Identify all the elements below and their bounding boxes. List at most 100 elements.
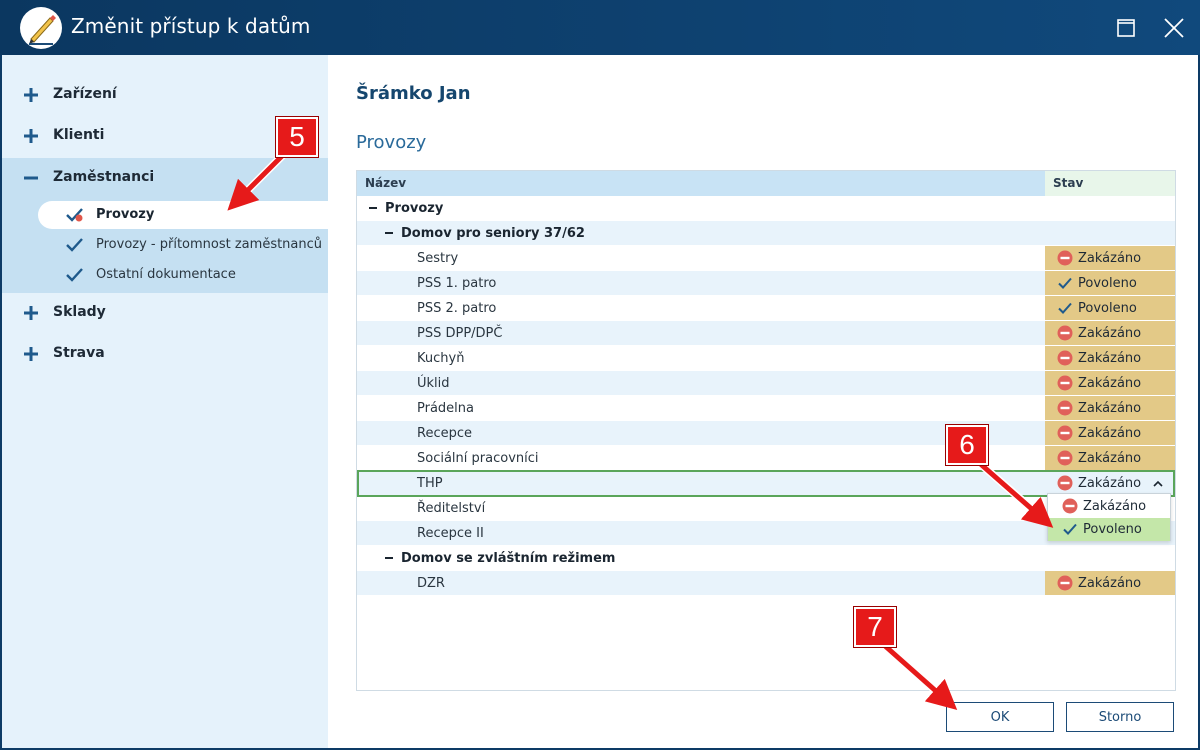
title-bar: Změnit přístup k datům bbox=[0, 0, 1200, 55]
sidebar-item-strava[interactable]: Strava bbox=[2, 334, 328, 375]
table-row[interactable]: Úklid Zakázáno bbox=[357, 371, 1175, 396]
state-cell[interactable]: Zakázáno bbox=[1045, 446, 1175, 471]
forbidden-icon bbox=[1057, 400, 1073, 416]
sidebar-subitem-provozy-pritomnost[interactable]: Provozy - přítomnost zaměstnanců bbox=[38, 231, 328, 259]
state-label: Zakázáno bbox=[1078, 426, 1142, 441]
state-cell[interactable]: Zakázáno bbox=[1045, 396, 1175, 421]
table-header: Název Stav bbox=[357, 171, 1175, 196]
table-group-row[interactable]: Domov pro seniory 37/62 bbox=[357, 221, 1175, 246]
name-cell: Domov se zvláštním režimem bbox=[357, 546, 1045, 571]
check-icon bbox=[66, 268, 83, 282]
sidebar-item-sklady[interactable]: Sklady bbox=[2, 293, 328, 334]
sidebar-item-label: Zařízení bbox=[53, 86, 117, 102]
sidebar-subitem-ostatni-dokumentace[interactable]: Ostatní dokumentace bbox=[38, 261, 328, 289]
row-label: Recepce II bbox=[417, 526, 484, 541]
sidebar-item-label: Sklady bbox=[53, 304, 106, 320]
ok-button[interactable]: OK bbox=[946, 702, 1054, 732]
chevron-up-icon[interactable] bbox=[1153, 480, 1163, 488]
state-label: Zakázáno bbox=[1078, 251, 1142, 266]
dropdown-option-povoleno[interactable]: Povoleno bbox=[1048, 518, 1170, 541]
row-label: PSS DPP/DPČ bbox=[417, 326, 503, 341]
table-row[interactable]: Sestry Zakázáno bbox=[357, 246, 1175, 271]
table-row[interactable]: Kuchyň Zakázáno bbox=[357, 346, 1175, 371]
sidebar-item-label: Klienti bbox=[53, 127, 105, 143]
name-cell: Sestry bbox=[357, 246, 1045, 271]
state-cell[interactable]: Zakázáno bbox=[1045, 321, 1175, 346]
state-cell[interactable]: Povoleno bbox=[1045, 271, 1175, 296]
table-row[interactable]: PSS 1. patro Povoleno bbox=[357, 271, 1175, 296]
column-header-name[interactable]: Název bbox=[357, 171, 1045, 196]
main-panel: Šrámko Jan Provozy Název Stav Provozy Dom… bbox=[328, 55, 1198, 748]
state-label: Povoleno bbox=[1078, 301, 1137, 316]
forbidden-icon bbox=[1057, 350, 1073, 366]
collapse-icon[interactable] bbox=[385, 232, 393, 234]
sidebar-subitem-provozy[interactable]: Provozy bbox=[38, 201, 328, 229]
state-label: Zakázáno bbox=[1078, 326, 1142, 341]
sidebar-subitem-label: Ostatní dokumentace bbox=[96, 267, 236, 282]
sidebar-item-zarizeni[interactable]: Zařízení bbox=[2, 75, 328, 116]
name-cell: PSS 2. patro bbox=[357, 296, 1045, 321]
name-cell: Recepce bbox=[357, 421, 1045, 446]
state-cell bbox=[1045, 221, 1175, 246]
section-title: Provozy bbox=[356, 132, 427, 153]
state-cell[interactable]: Zakázáno bbox=[1045, 246, 1175, 271]
state-cell[interactable]: Zakázáno bbox=[1045, 571, 1175, 596]
table-row[interactable]: Sociální pracovníci Zakázáno bbox=[357, 446, 1175, 471]
minus-icon bbox=[24, 176, 38, 180]
row-label: DZR bbox=[417, 576, 445, 591]
close-icon[interactable] bbox=[1160, 14, 1188, 42]
row-label: PSS 2. patro bbox=[417, 301, 497, 316]
step-callout-7: 7 bbox=[854, 607, 896, 647]
sidebar-item-label: Zaměstnanci bbox=[53, 169, 155, 185]
state-cell[interactable]: Povoleno bbox=[1045, 296, 1175, 321]
name-cell: Úklid bbox=[357, 371, 1045, 396]
forbidden-icon bbox=[1062, 498, 1078, 514]
name-cell: Sociální pracovníci bbox=[357, 446, 1045, 471]
pencil-icon bbox=[20, 7, 62, 49]
state-cell[interactable]: Zakázáno bbox=[1045, 346, 1175, 371]
row-label: Sociální pracovníci bbox=[417, 451, 539, 466]
state-cell[interactable]: Zakázáno bbox=[1045, 371, 1175, 396]
access-table: Název Stav Provozy Domov pro seniory 37/6… bbox=[356, 170, 1176, 691]
name-cell: Domov pro seniory 37/62 bbox=[357, 221, 1045, 246]
column-header-state[interactable]: Stav bbox=[1045, 171, 1175, 196]
check-icon bbox=[1063, 523, 1077, 535]
cancel-button[interactable]: Storno bbox=[1066, 702, 1174, 732]
table-row[interactable]: Recepce Zakázáno bbox=[357, 421, 1175, 446]
row-label: THP bbox=[417, 476, 443, 491]
state-cell[interactable]: Zakázáno bbox=[1045, 421, 1175, 446]
table-row[interactable]: DZR Zakázáno bbox=[357, 571, 1175, 596]
row-label: Kuchyň bbox=[417, 351, 465, 366]
plus-icon bbox=[24, 306, 38, 320]
collapse-icon[interactable] bbox=[385, 557, 393, 559]
row-label: Domov se zvláštním režimem bbox=[401, 551, 616, 566]
check-icon bbox=[66, 238, 83, 252]
row-label: Provozy bbox=[385, 201, 444, 216]
maximize-icon[interactable] bbox=[1112, 14, 1140, 42]
step-callout-6: 6 bbox=[946, 425, 988, 465]
row-label: Ředitelství bbox=[417, 501, 486, 516]
check-edit-icon bbox=[66, 208, 83, 222]
sidebar-subitem-label: Provozy bbox=[96, 207, 155, 222]
forbidden-icon bbox=[1057, 425, 1073, 441]
window-title: Změnit přístup k datům bbox=[71, 14, 311, 38]
name-cell: Kuchyň bbox=[357, 346, 1045, 371]
table-group-row[interactable]: Provozy bbox=[357, 196, 1175, 221]
dropdown-option-zakazano[interactable]: Zakázáno bbox=[1048, 495, 1170, 518]
sidebar-item-zamestnanci[interactable]: Zaměstnanci bbox=[2, 158, 328, 199]
row-label: Sestry bbox=[417, 251, 459, 266]
name-cell: PSS 1. patro bbox=[357, 271, 1045, 296]
table-group-row[interactable]: Domov se zvláštním režimem bbox=[357, 546, 1175, 571]
name-cell: Recepce II bbox=[357, 521, 1045, 546]
table-row[interactable]: PSS DPP/DPČ Zakázáno bbox=[357, 321, 1175, 346]
state-cell bbox=[1045, 196, 1175, 221]
forbidden-icon bbox=[1057, 250, 1073, 266]
row-label: Recepce bbox=[417, 426, 472, 441]
name-cell: THP bbox=[357, 471, 1045, 496]
check-icon bbox=[1058, 277, 1072, 289]
name-cell: Ředitelství bbox=[357, 496, 1045, 521]
table-row[interactable]: PSS 2. patro Povoleno bbox=[357, 296, 1175, 321]
collapse-icon[interactable] bbox=[369, 207, 377, 209]
table-row[interactable]: Prádelna Zakázáno bbox=[357, 396, 1175, 421]
state-label: Zakázáno bbox=[1078, 351, 1142, 366]
